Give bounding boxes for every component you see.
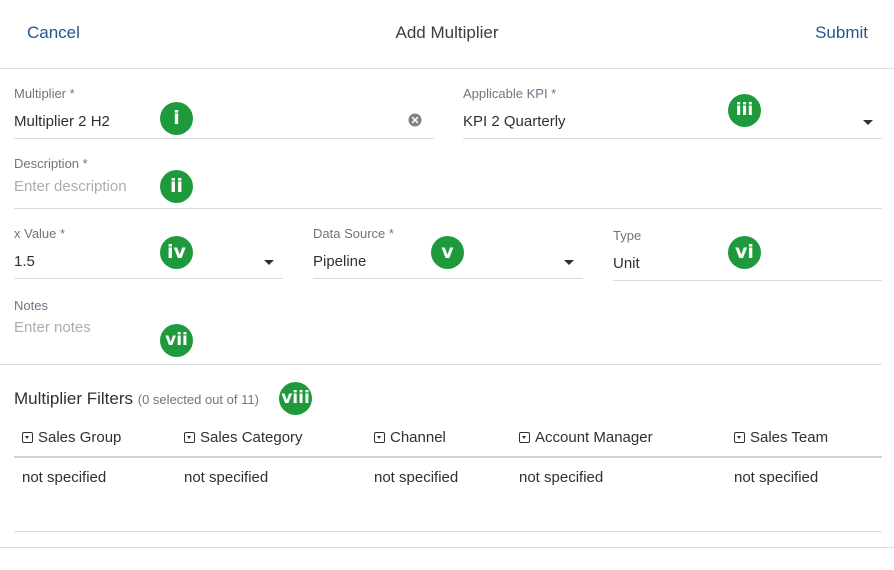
filter-header-divider (14, 456, 882, 458)
filter-header-label: Sales Group (38, 429, 122, 446)
filter-dropdown-icon (374, 432, 385, 443)
applicable-kpi-value[interactable]: KPI 2 Quarterly (463, 113, 566, 130)
filter-value-sales-team: not specified (734, 469, 819, 486)
applicable-kpi-label: Applicable KPI * (463, 86, 557, 101)
filter-header-label: Sales Team (750, 429, 829, 446)
notes-field[interactable]: Notes Enter notes (14, 298, 882, 364)
filter-dropdown-icon (22, 432, 33, 443)
applicable-kpi-select[interactable]: Applicable KPI * KPI 2 Quarterly (463, 86, 882, 139)
data-source-value[interactable]: Pipeline (313, 253, 366, 270)
notes-label: Notes (14, 298, 48, 313)
filter-value-sales-category: not specified (184, 469, 269, 486)
filter-header-label: Account Manager (535, 429, 653, 446)
filter-dropdown-icon (184, 432, 195, 443)
annotation-badge-i: i (160, 102, 193, 135)
filter-header-channel[interactable]: Channel (374, 429, 446, 446)
type-underline (613, 280, 882, 281)
caret-down-icon[interactable] (264, 260, 274, 265)
type-label: Type (613, 228, 642, 243)
annotation-badge-vi: vi (728, 236, 761, 269)
filter-header-sales-category[interactable]: Sales Category (184, 429, 303, 446)
filter-value-channel: not specified (374, 469, 459, 486)
annotation-badge-iv: iv (160, 236, 193, 269)
dialog-bottom-divider (0, 547, 894, 548)
description-field[interactable]: Description * Enter description (14, 156, 882, 209)
x-value-value[interactable]: 1.5 (14, 253, 35, 270)
notes-divider (0, 364, 882, 365)
filter-header-sales-team[interactable]: Sales Team (734, 429, 828, 446)
notes-input[interactable]: Enter notes (14, 319, 91, 336)
filters-bottom-divider (14, 531, 882, 532)
dialog-header: Cancel Add Multiplier Submit (0, 0, 894, 69)
type-value: Unit (613, 255, 640, 272)
filter-header-account-manager[interactable]: Account Manager (519, 429, 653, 446)
x-value-underline (14, 278, 283, 279)
description-label: Description * (14, 156, 88, 171)
x-value-label: x Value * (14, 226, 66, 241)
clear-circle-icon[interactable] (408, 113, 422, 127)
multiplier-filters-title: Multiplier Filters (14, 389, 134, 408)
multiplier-filters-heading: Multiplier Filters (0 selected out of 11… (14, 389, 259, 409)
x-value-select[interactable]: x Value * 1.5 (14, 226, 283, 279)
multiplier-label: Multiplier * (14, 86, 75, 101)
annotation-badge-v: v (431, 236, 464, 269)
filter-dropdown-icon (734, 432, 745, 443)
filter-header-label: Channel (390, 429, 446, 446)
dialog-title: Add Multiplier (395, 23, 499, 42)
filter-value-sales-group: not specified (22, 469, 107, 486)
multiplier-input[interactable]: Multiplier 2 H2 (14, 113, 110, 130)
annotation-badge-iii: iii (728, 94, 761, 127)
multiplier-field[interactable]: Multiplier * Multiplier 2 H2 (14, 86, 434, 139)
caret-down-icon[interactable] (863, 120, 873, 125)
caret-down-icon[interactable] (564, 260, 574, 265)
filter-dropdown-icon (519, 432, 530, 443)
annotation-badge-viii: viii (279, 382, 312, 415)
description-input[interactable]: Enter description (14, 178, 127, 195)
description-underline (14, 208, 882, 209)
filter-header-label: Sales Category (200, 429, 303, 446)
multiplier-underline (14, 138, 434, 139)
multiplier-filters-count: (0 selected out of 11) (137, 392, 259, 407)
data-source-underline (313, 278, 583, 279)
annotation-badge-vii: vii (160, 324, 193, 357)
filter-value-account-manager: not specified (519, 469, 604, 486)
annotation-badge-ii: ii (160, 170, 193, 203)
data-source-label: Data Source * (313, 226, 394, 241)
filter-header-sales-group[interactable]: Sales Group (22, 429, 121, 446)
submit-button[interactable]: Submit (815, 23, 868, 43)
applicable-kpi-underline (463, 138, 882, 139)
